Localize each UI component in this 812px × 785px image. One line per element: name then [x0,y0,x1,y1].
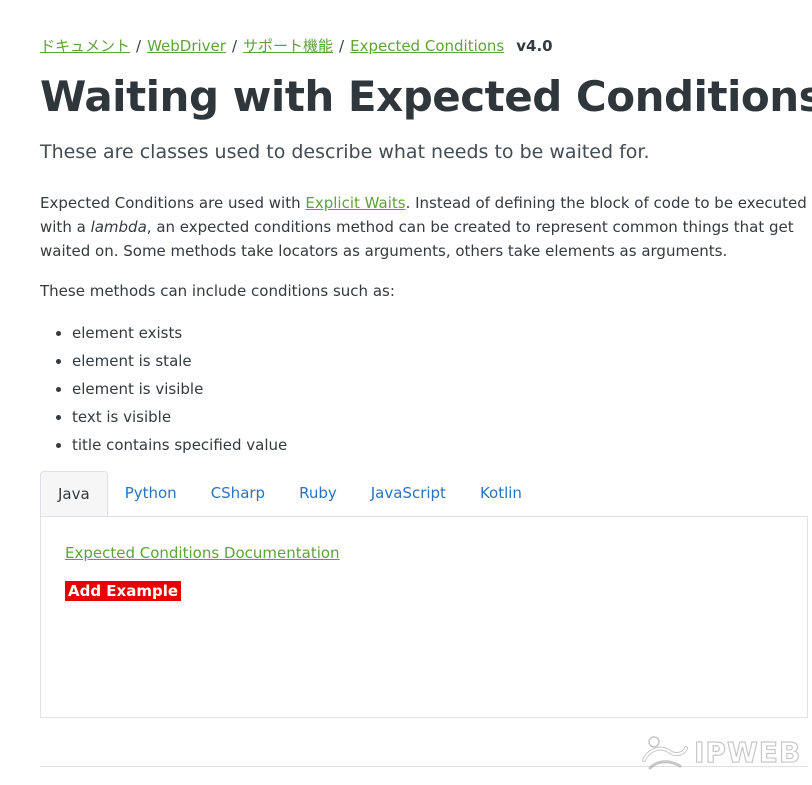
list-item: element is visible [72,375,287,403]
version-badge: v4.0 [516,37,553,55]
intro-paragraph: Expected Conditions are used with Explic… [40,191,810,263]
add-example-badge: Add Example [65,581,182,601]
tab-ruby[interactable]: Ruby [282,471,354,515]
watermark-logo-icon [642,736,688,770]
watermark-text: IPWEB [693,735,802,769]
tab-python[interactable]: Python [108,471,194,515]
page: ドキュメント / WebDriver / サポート機能 / Expected Conditi… [0,0,812,785]
breadcrumb-webdriver-link[interactable]: WebDriver [147,37,226,55]
list-item: element exists [72,319,287,347]
breadcrumb-separator: / [136,37,142,55]
intro-text-before-link: Expected Conditions are used with [40,194,306,212]
breadcrumb-separator: / [231,37,238,55]
page-lead: These are classes used to describe what … [40,141,650,163]
list-item: title contains specified value [72,431,287,459]
explicit-waits-link[interactable]: Explicit Waits [305,194,405,212]
breadcrumb: ドキュメント / WebDriver / サポート機能 / Expected Conditi… [40,35,553,56]
list-item: element is stale [72,347,287,375]
tab-java[interactable]: Java [40,471,108,517]
conditions-list: element exists element is stale element … [40,319,287,459]
breadcrumb-support-features-link[interactable]: サポート機能 [243,37,333,55]
list-item: text is visible [72,403,287,431]
tab-panel-java: Expected Conditions Documentation Add Ex… [40,516,808,718]
tab-kotlin[interactable]: Kotlin [463,471,539,515]
lambda-emphasis: lambda [90,218,147,236]
conditions-intro: These methods can include conditions suc… [40,282,395,300]
breadcrumb-separator: / [339,37,345,55]
tab-csharp[interactable]: CSharp [194,471,282,515]
breadcrumb-docs-link[interactable]: ドキュメント [40,37,130,55]
breadcrumb-expected-conditions-link[interactable]: Expected Conditions [350,37,504,55]
page-title: Waiting with Expected Conditions [40,72,812,121]
language-tabs: Java Python CSharp Ruby JavaScript Kotli… [40,471,539,517]
watermark: IPWEB [640,730,801,774]
expected-conditions-documentation-link[interactable]: Expected Conditions Documentation [65,544,340,562]
tab-javascript[interactable]: JavaScript [354,471,463,515]
intro-text-rest: , an expected conditions method can be c… [40,218,794,260]
